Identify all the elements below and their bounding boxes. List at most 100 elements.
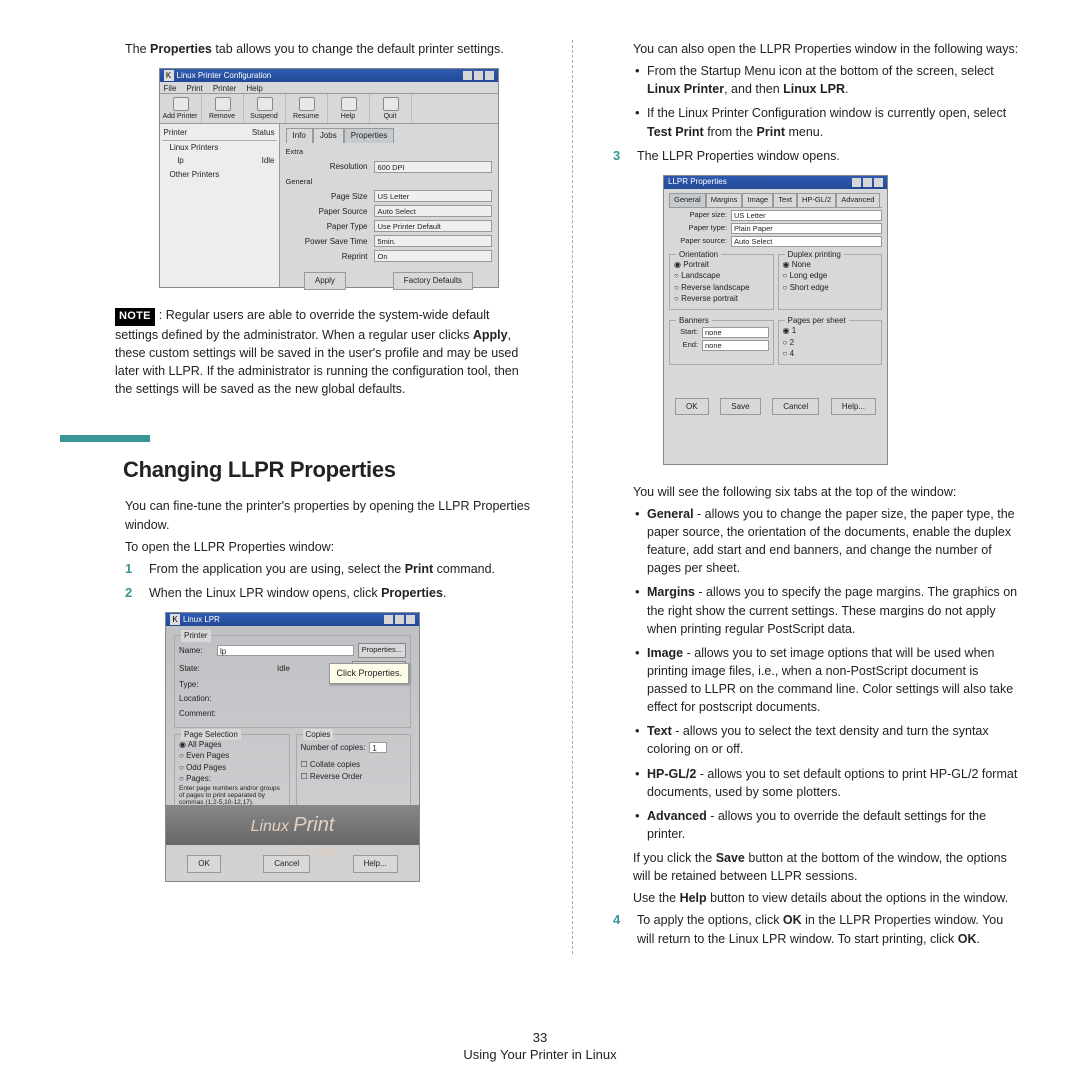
tree-root[interactable]: Linux Printers bbox=[162, 141, 277, 155]
inp-copies[interactable]: 1 bbox=[369, 742, 387, 753]
radio-landscape[interactable]: Landscape bbox=[674, 270, 769, 282]
val-paper-source[interactable]: Auto Select bbox=[374, 205, 492, 217]
btn-cancel[interactable]: Cancel bbox=[772, 398, 819, 416]
note-badge: NOTE bbox=[115, 308, 155, 326]
group-banners: Banners Start:none End:none bbox=[669, 320, 774, 365]
tab-info[interactable]: Info bbox=[286, 128, 313, 143]
help-note: Use the Help button to view details abou… bbox=[633, 889, 1020, 907]
val-state: Idle bbox=[277, 663, 290, 675]
tab-desc-general: General - allows you to change the paper… bbox=[647, 505, 1020, 578]
val-power-save[interactable]: 5min. bbox=[374, 235, 492, 247]
lbl-end: End: bbox=[674, 340, 702, 351]
tab-properties[interactable]: Properties bbox=[344, 128, 394, 143]
k-menu-icon: K bbox=[170, 614, 180, 626]
btn-factory-defaults[interactable]: Factory Defaults bbox=[393, 272, 473, 290]
radio-duplex-short[interactable]: Short edge bbox=[783, 282, 878, 294]
inp-name[interactable]: lp bbox=[217, 645, 354, 656]
intro-p2: To open the LLPR Properties window: bbox=[125, 538, 532, 556]
lbl-start: Start: bbox=[674, 327, 702, 338]
radio-rev-landscape[interactable]: Reverse landscape bbox=[674, 282, 769, 294]
radio-pps-4[interactable]: 4 bbox=[783, 348, 878, 360]
sel-banner-start[interactable]: none bbox=[702, 327, 769, 338]
tab-jobs[interactable]: Jobs bbox=[313, 128, 344, 143]
group-page-selection: Page Selection All Pages Even Pages Odd … bbox=[174, 734, 290, 812]
t-b: Properties bbox=[150, 42, 212, 56]
tab-hpgl2[interactable]: HP-GL/2 bbox=[797, 193, 836, 207]
btn-ok[interactable]: OK bbox=[675, 398, 709, 416]
chk-collate[interactable]: Collate copies bbox=[310, 760, 360, 769]
menu-printer[interactable]: Printer bbox=[213, 83, 237, 92]
tab-advanced[interactable]: Advanced bbox=[836, 193, 879, 207]
toolbar: Add Printer Remove Suspend Resume Help Q… bbox=[160, 94, 498, 124]
tree-other[interactable]: Other Printers bbox=[162, 168, 277, 182]
intro-text: The Properties tab allows you to change … bbox=[125, 40, 532, 58]
btn-add-printer[interactable]: Add Printer bbox=[160, 94, 202, 123]
lbl-location: Location: bbox=[179, 693, 217, 705]
tree-item-lp[interactable]: lpIdle bbox=[162, 154, 277, 168]
tab-desc-hpgl2: HP-GL/2 - allows you to set default opti… bbox=[647, 765, 1020, 801]
lbl-comment: Comment: bbox=[179, 708, 217, 720]
group-duplex: Duplex printing None Long edge Short edg… bbox=[778, 254, 883, 310]
val-page-size[interactable]: US Letter bbox=[374, 190, 492, 202]
radio-pps-1[interactable]: 1 bbox=[783, 325, 878, 337]
menu-print[interactable]: Print bbox=[186, 83, 202, 92]
radio-duplex-none[interactable]: None bbox=[783, 259, 878, 271]
lbl-paper-size: Paper size: bbox=[669, 210, 731, 221]
btn-cancel[interactable]: Cancel bbox=[263, 855, 310, 873]
tab-desc-margins: Margins - allows you to specify the page… bbox=[647, 583, 1020, 637]
step-1: From the application you are using, sele… bbox=[145, 560, 532, 578]
sel-paper-size[interactable]: US Letter bbox=[731, 210, 882, 221]
chk-reverse[interactable]: Reverse Order bbox=[310, 772, 362, 781]
menu-help[interactable]: Help bbox=[246, 83, 262, 92]
tab-text[interactable]: Text bbox=[773, 193, 797, 207]
btn-suspend[interactable]: Suspend bbox=[244, 94, 286, 123]
printer-tree: PrinterStatus Linux Printers lpIdle Othe… bbox=[160, 124, 280, 287]
sel-paper-source[interactable]: Auto Select bbox=[731, 236, 882, 247]
btn-resume[interactable]: Resume bbox=[286, 94, 328, 123]
radio-rev-portrait[interactable]: Reverse portrait bbox=[674, 293, 769, 305]
radio-duplex-long[interactable]: Long edge bbox=[783, 270, 878, 282]
tab-general[interactable]: General bbox=[669, 193, 706, 207]
menubar: File Print Printer Help bbox=[160, 82, 498, 94]
radio-portrait[interactable]: Portrait bbox=[674, 259, 769, 271]
sel-paper-type[interactable]: Plain Paper bbox=[731, 223, 882, 234]
section-extra: Extra bbox=[286, 147, 492, 158]
sel-banner-end[interactable]: none bbox=[702, 340, 769, 351]
menu-file[interactable]: File bbox=[164, 83, 177, 92]
btn-quit[interactable]: Quit bbox=[370, 94, 412, 123]
btn-properties[interactable]: Properties... bbox=[358, 643, 406, 658]
radio-pages[interactable]: Pages: bbox=[179, 773, 285, 785]
step-2: When the Linux LPR window opens, click P… bbox=[145, 584, 532, 602]
radio-all-pages[interactable]: All Pages bbox=[179, 739, 285, 751]
window-title: Linux Printer Configuration bbox=[177, 70, 272, 82]
t: The bbox=[125, 42, 150, 56]
btn-help[interactable]: Help... bbox=[831, 398, 876, 416]
lbl-copies: Number of copies: bbox=[301, 742, 366, 754]
val-paper-type[interactable]: Use Printer Default bbox=[374, 220, 492, 232]
tab-desc-image: Image - allows you to set image options … bbox=[647, 644, 1020, 717]
radio-odd-pages[interactable]: Odd Pages bbox=[179, 762, 285, 774]
window-controls bbox=[463, 71, 494, 80]
r-intro: You can also open the LLPR Properties wi… bbox=[633, 40, 1020, 58]
val-reprint[interactable]: On bbox=[374, 250, 492, 262]
btn-remove[interactable]: Remove bbox=[202, 94, 244, 123]
t: tab allows you to change the default pri… bbox=[212, 42, 504, 56]
radio-even-pages[interactable]: Even Pages bbox=[179, 750, 285, 762]
intro-p: You can fine-tune the printer's properti… bbox=[125, 497, 532, 533]
save-note: If you click the Save button at the bott… bbox=[633, 849, 1020, 885]
btn-ok[interactable]: OK bbox=[187, 855, 221, 873]
lbl-state: State: bbox=[179, 663, 217, 675]
radio-pps-2[interactable]: 2 bbox=[783, 337, 878, 349]
step-4: To apply the options, click OK in the LL… bbox=[633, 911, 1020, 947]
tab-image[interactable]: Image bbox=[742, 193, 773, 207]
cap-page-sel: Page Selection bbox=[181, 729, 241, 741]
btn-help[interactable]: Help... bbox=[353, 855, 398, 873]
btn-help[interactable]: Help bbox=[328, 94, 370, 123]
lbl-paper-source: Paper source: bbox=[669, 236, 731, 247]
column-divider bbox=[572, 40, 573, 954]
alt-open-2: If the Linux Printer Configuration windo… bbox=[647, 104, 1020, 140]
val-resolution[interactable]: 600 DPI bbox=[374, 161, 492, 173]
btn-apply[interactable]: Apply bbox=[304, 272, 346, 290]
tab-margins[interactable]: Margins bbox=[706, 193, 743, 207]
btn-save[interactable]: Save bbox=[720, 398, 760, 416]
